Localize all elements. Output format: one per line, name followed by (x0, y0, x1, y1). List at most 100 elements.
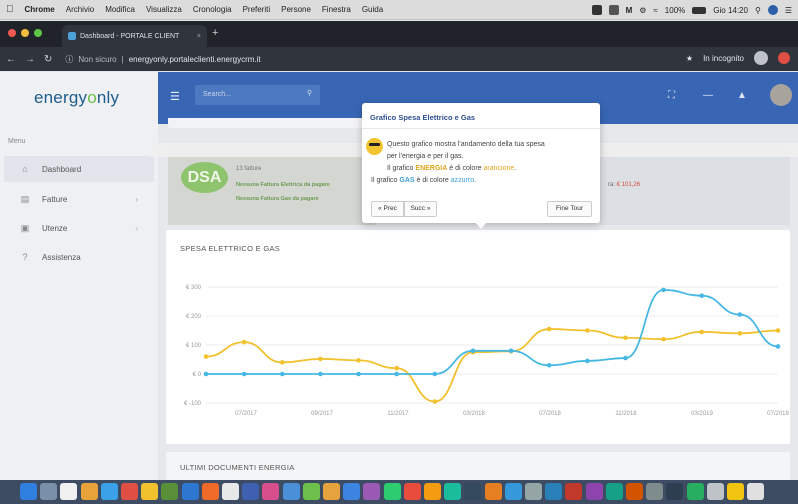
battery-icon[interactable] (692, 6, 707, 14)
dock-app-icon[interactable] (403, 483, 421, 500)
popover-text-line1: Questo grafico mostra l'andamento della … (387, 141, 545, 148)
bookmark-star-icon[interactable]: ★ (686, 54, 693, 63)
notification-center-icon[interactable]: ☰ (785, 6, 792, 15)
dock-app-icon[interactable] (100, 483, 118, 500)
dock-app-icon[interactable] (242, 483, 260, 500)
series-point-0 (318, 356, 323, 362)
url-field[interactable]: ⓘ Non sicuro | energyonly.portaleclienti… (65, 54, 260, 65)
balance-value: € 101,26 (616, 182, 641, 188)
dock-app-icon[interactable] (686, 483, 704, 500)
incognito-label[interactable]: In incognito (703, 54, 744, 63)
dock-app-icon[interactable] (201, 483, 219, 500)
menu-app-chrome[interactable]: Chrome (25, 5, 55, 14)
forward-icon[interactable]: → (25, 54, 35, 65)
sidebar-item-assistenza[interactable]: ? Assistenza (4, 244, 154, 270)
dock-app-icon[interactable] (666, 483, 684, 500)
dock-app-icon[interactable] (504, 483, 522, 500)
window-minimize-button[interactable] (21, 29, 29, 37)
series-point-0 (661, 336, 666, 342)
dock-app-icon[interactable] (706, 483, 724, 500)
notification-bell-icon[interactable]: ▲ (737, 90, 747, 101)
dock-app-icon[interactable] (20, 483, 37, 500)
search-input[interactable]: Search... ⚲ (195, 85, 320, 105)
menu-archivio[interactable]: Archivio (66, 5, 94, 14)
menu-modifica[interactable]: Modifica (105, 5, 135, 14)
minus-icon[interactable]: — (703, 90, 713, 101)
sidebar-item-dashboard[interactable]: ⌂ Dashboard (4, 156, 154, 182)
dock-app-icon[interactable] (525, 483, 542, 500)
gmail-icon[interactable]: M (626, 6, 633, 15)
tour-end-button[interactable]: Fine Tour (547, 201, 592, 217)
siri-icon[interactable] (767, 5, 778, 15)
info-icon[interactable]: ⓘ (65, 54, 73, 65)
tour-next-button[interactable]: Succ » (404, 201, 437, 217)
battery-percent[interactable]: 100% (665, 6, 685, 15)
menu-finestra[interactable]: Finestra (322, 5, 351, 14)
gear-icon[interactable]: ⚙ (639, 6, 646, 15)
user-avatar[interactable] (770, 84, 792, 106)
close-icon[interactable]: × (197, 33, 201, 40)
dock-app-icon[interactable] (161, 483, 179, 500)
fullscreen-icon[interactable]: ⛶ (668, 90, 675, 101)
dock-app-icon[interactable] (181, 483, 199, 500)
brand-logo[interactable]: energy o nly (0, 72, 158, 124)
menubar-status-area: M ⚙ ≈ 100% Gio 14:20 ⚲ ☰ (591, 0, 792, 20)
tour-prev-button[interactable]: « Prec (371, 201, 404, 217)
dock-app-icon[interactable] (40, 483, 58, 500)
dock-app-icon[interactable] (747, 483, 765, 500)
dock-app-icon[interactable] (262, 483, 280, 500)
status-app-icon[interactable] (591, 5, 602, 15)
series-point-0 (585, 328, 590, 333)
dock-app-icon[interactable] (141, 483, 159, 500)
menu-cronologia[interactable]: Cronologia (193, 5, 232, 14)
dock-app-icon[interactable] (605, 483, 623, 500)
dock-app-icon[interactable] (424, 483, 441, 500)
dock-app-icon[interactable] (464, 483, 482, 500)
reload-icon[interactable]: ↻ (44, 54, 52, 65)
back-icon[interactable]: ← (6, 54, 16, 65)
sidebar-item-utenze[interactable]: ▣ Utenze › (4, 215, 154, 241)
dock-app-icon[interactable] (80, 483, 98, 500)
dock-app-icon[interactable] (545, 483, 563, 500)
dock-app-icon[interactable] (646, 483, 664, 500)
wifi-icon[interactable]: ≈ (653, 6, 657, 15)
menu-preferiti[interactable]: Preferiti (243, 5, 271, 14)
menu-visualizza[interactable]: Visualizza (146, 5, 182, 14)
dock-app-icon[interactable] (302, 483, 320, 500)
dock-app-icon[interactable] (444, 483, 462, 500)
dock-app-icon[interactable] (727, 483, 744, 500)
clock[interactable]: Gio 14:20 (713, 6, 748, 15)
url-text[interactable]: energyonly.portaleclienti.energycrm.it (129, 55, 261, 64)
menu-persone[interactable]: Persone (281, 5, 311, 14)
window-close-button[interactable] (8, 29, 16, 37)
dock-app-icon[interactable] (60, 483, 78, 500)
apple-icon[interactable]:  (6, 4, 14, 15)
dock-app-icon[interactable] (626, 483, 643, 500)
new-tab-button[interactable]: + (212, 27, 218, 39)
dock-app-icon[interactable] (282, 483, 300, 500)
dock-app-icon[interactable] (565, 483, 583, 500)
browser-tab[interactable]: Dashboard - PORTALE CLIENT × (62, 25, 207, 47)
series-point-0 (356, 358, 361, 363)
dock-app-icon[interactable] (484, 483, 502, 500)
extension-icon[interactable] (778, 52, 790, 64)
search-icon[interactable]: ⚲ (307, 89, 312, 97)
text-fragment: . (474, 177, 477, 184)
series-point-1 (432, 371, 438, 377)
dock-app-icon[interactable] (363, 483, 381, 500)
hamburger-menu-icon[interactable]: ☰ (170, 90, 180, 103)
sunglasses-emoji-icon (366, 138, 383, 155)
dock-app-icon[interactable] (585, 483, 603, 500)
incognito-icon[interactable] (754, 51, 768, 65)
x-tick-label: 09/2017 (311, 411, 333, 417)
spotlight-icon[interactable]: ⚲ (755, 6, 761, 15)
dock-app-icon[interactable] (121, 483, 138, 500)
sidebar-item-fatture[interactable]: ▤ Fatture › (4, 186, 154, 212)
menu-guida[interactable]: Guida (362, 5, 383, 14)
dock-app-icon[interactable] (383, 483, 401, 500)
status-window-icon[interactable] (608, 5, 619, 15)
dock-app-icon[interactable] (222, 483, 239, 500)
dock-app-icon[interactable] (323, 483, 340, 500)
window-zoom-button[interactable] (34, 29, 42, 37)
dock-app-icon[interactable] (343, 483, 361, 500)
